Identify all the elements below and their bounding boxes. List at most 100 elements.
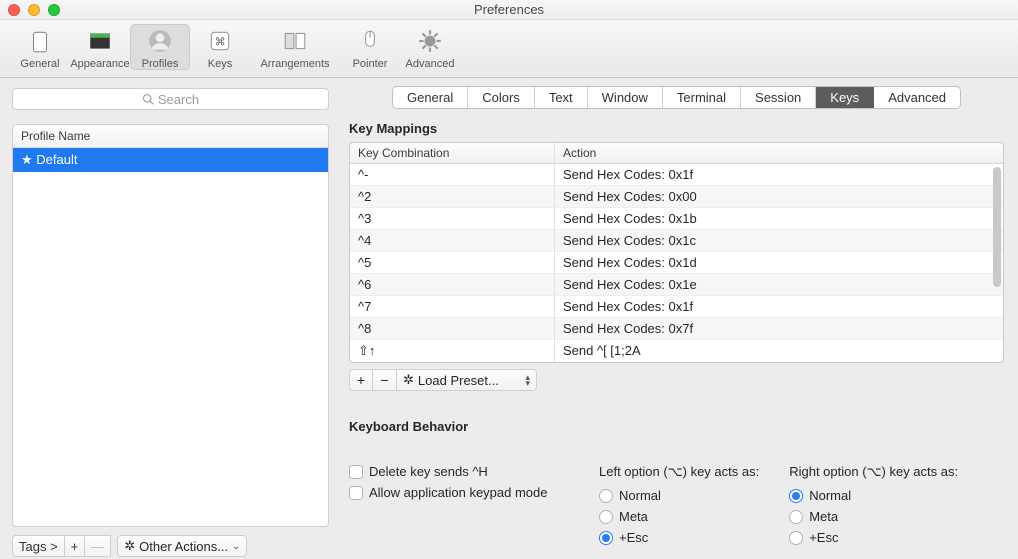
- subtab-advanced[interactable]: Advanced: [874, 87, 960, 108]
- toolbar-label: General: [20, 58, 59, 70]
- table-row[interactable]: ^8Send Hex Codes: 0x7f: [350, 318, 1003, 340]
- right-option-radio-meta[interactable]: Meta: [789, 509, 958, 524]
- cell-key: ^5: [350, 252, 555, 273]
- toolbar-label: Pointer: [353, 58, 388, 70]
- toolbar-item-general[interactable]: General: [10, 24, 70, 70]
- right-option-radio-plusesc[interactable]: +Esc: [789, 530, 958, 545]
- profile-list-header[interactable]: Profile Name: [13, 125, 328, 148]
- titlebar: Preferences: [0, 0, 1018, 20]
- subtab-window[interactable]: Window: [588, 87, 663, 108]
- left-option-radio-meta[interactable]: Meta: [599, 509, 759, 524]
- toolbar-item-arrangements[interactable]: Arrangements: [250, 24, 340, 70]
- toolbar-label: Advanced: [406, 58, 455, 70]
- profiles-icon: [142, 26, 178, 56]
- cell-key: ^8: [350, 318, 555, 339]
- radio-label: +Esc: [619, 530, 648, 545]
- remove-profile-button[interactable]: —: [85, 535, 111, 557]
- subtab-general[interactable]: General: [393, 87, 468, 108]
- right-option-radio-normal[interactable]: Normal: [789, 488, 958, 503]
- left-option-radio-plusesc[interactable]: +Esc: [599, 530, 759, 545]
- cell-action: Send Hex Codes: 0x1b: [555, 208, 1003, 229]
- radio-label: Normal: [809, 488, 851, 503]
- radio-label: Meta: [619, 509, 648, 524]
- chevron-updown-icon: ⌄: [232, 541, 240, 552]
- toolbar-item-pointer[interactable]: Pointer: [340, 24, 400, 70]
- key-mappings-title: Key Mappings: [349, 121, 1004, 136]
- table-row[interactable]: ^2Send Hex Codes: 0x00: [350, 186, 1003, 208]
- table-row[interactable]: ⇧↑Send ^[ [1;2A: [350, 340, 1003, 363]
- radio-icon: [789, 531, 803, 545]
- table-row[interactable]: ^4Send Hex Codes: 0x1c: [350, 230, 1003, 252]
- radio-label: Meta: [809, 509, 838, 524]
- pointer-icon: [352, 26, 388, 56]
- cell-key: ^3: [350, 208, 555, 229]
- cell-action: Send Hex Codes: 0x1d: [555, 252, 1003, 273]
- cell-key: ^-: [350, 164, 555, 185]
- column-header-action[interactable]: Action: [555, 143, 1003, 163]
- subtab-text[interactable]: Text: [535, 87, 588, 108]
- zoom-window-button[interactable]: [48, 4, 60, 16]
- search-input[interactable]: Search: [12, 88, 329, 110]
- toolbar-item-profiles[interactable]: Profiles: [130, 24, 190, 70]
- allow-keypad-checkbox[interactable]: Allow application keypad mode: [349, 485, 569, 500]
- subtab-keys[interactable]: Keys: [816, 87, 874, 108]
- main-panel: GeneralColorsTextWindowTerminalSessionKe…: [335, 78, 1018, 559]
- column-header-key[interactable]: Key Combination: [350, 143, 555, 163]
- profile-list: Profile Name ★ Default: [12, 124, 329, 527]
- scrollbar[interactable]: [993, 167, 1001, 287]
- add-profile-button[interactable]: +: [65, 535, 86, 557]
- table-row[interactable]: ^5Send Hex Codes: 0x1d: [350, 252, 1003, 274]
- gear-icon: ✲: [403, 372, 414, 388]
- radio-label: +Esc: [809, 530, 838, 545]
- gear-icon: [412, 26, 448, 56]
- profile-subtabs: GeneralColorsTextWindowTerminalSessionKe…: [349, 86, 1004, 109]
- table-row[interactable]: ^6Send Hex Codes: 0x1e: [350, 274, 1003, 296]
- window-controls: [8, 4, 60, 16]
- toolbar-label: Appearance: [70, 58, 129, 70]
- gear-icon: ✲: [124, 538, 135, 554]
- minimize-window-button[interactable]: [28, 4, 40, 16]
- close-window-button[interactable]: [8, 4, 20, 16]
- tags-button[interactable]: Tags >: [12, 535, 65, 557]
- load-preset-menu[interactable]: ✲ Load Preset... ▴▾: [397, 369, 537, 391]
- toolbar-item-appearance[interactable]: Appearance: [70, 24, 130, 70]
- cell-key: ^6: [350, 274, 555, 295]
- add-mapping-button[interactable]: +: [349, 369, 373, 391]
- cell-key: ^2: [350, 186, 555, 207]
- profile-row-default[interactable]: ★ Default: [13, 148, 328, 172]
- radio-icon: [789, 510, 803, 524]
- delete-sends-ctrl-h-checkbox[interactable]: Delete key sends ^H: [349, 464, 569, 479]
- cell-action: Send ^[ [1;2A: [555, 340, 1003, 362]
- cell-action: Send Hex Codes: 0x1f: [555, 296, 1003, 317]
- sidebar: Search Profile Name ★ Default Tags > + —…: [0, 78, 335, 559]
- toolbar-item-advanced[interactable]: Advanced: [400, 24, 460, 70]
- subtab-terminal[interactable]: Terminal: [663, 87, 741, 108]
- sidebar-footer: Tags > + — ✲ Other Actions... ⌄: [12, 533, 329, 559]
- subtab-session[interactable]: Session: [741, 87, 816, 108]
- left-option-radio-normal[interactable]: Normal: [599, 488, 759, 503]
- search-icon: [142, 93, 154, 105]
- remove-mapping-button[interactable]: −: [373, 369, 397, 391]
- radio-icon: [599, 510, 613, 524]
- table-row[interactable]: ^3Send Hex Codes: 0x1b: [350, 208, 1003, 230]
- cell-key: ^4: [350, 230, 555, 251]
- svg-text:⌘: ⌘: [215, 36, 226, 48]
- general-icon: [22, 26, 58, 56]
- table-row[interactable]: ^-Send Hex Codes: 0x1f: [350, 164, 1003, 186]
- radio-icon: [599, 531, 613, 545]
- main-toolbar: General Appearance Profiles ⌘ Keys Arran…: [0, 20, 1018, 78]
- cell-key: ^7: [350, 296, 555, 317]
- chevron-updown-icon: ▴▾: [525, 374, 530, 386]
- radio-icon: [599, 489, 613, 503]
- table-row[interactable]: ^7Send Hex Codes: 0x1f: [350, 296, 1003, 318]
- other-actions-menu[interactable]: ✲ Other Actions... ⌄: [117, 535, 247, 557]
- cell-action: Send Hex Codes: 0x1f: [555, 164, 1003, 185]
- toolbar-item-keys[interactable]: ⌘ Keys: [190, 24, 250, 70]
- left-option-label: Left option (⌥) key acts as:: [599, 464, 759, 480]
- cell-action: Send Hex Codes: 0x7f: [555, 318, 1003, 339]
- checkbox-icon: [349, 465, 363, 479]
- key-mappings-table: Key Combination Action ^-Send Hex Codes:…: [349, 142, 1004, 363]
- cell-action: Send Hex Codes: 0x1e: [555, 274, 1003, 295]
- subtab-colors[interactable]: Colors: [468, 87, 535, 108]
- right-option-label: Right option (⌥) key acts as:: [789, 464, 958, 480]
